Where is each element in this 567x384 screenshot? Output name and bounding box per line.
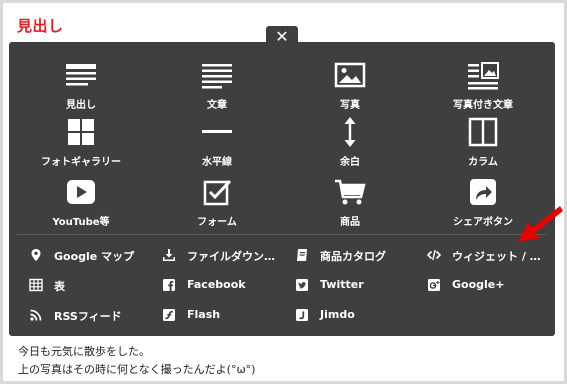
element-form[interactable]: フォーム	[149, 175, 285, 235]
spacing-icon	[333, 115, 367, 149]
horizontal-line-icon	[200, 115, 234, 149]
column-icon	[466, 115, 500, 149]
catalog-icon	[295, 248, 309, 262]
cart-icon	[333, 175, 367, 209]
element-product[interactable]: 商品	[282, 175, 418, 235]
add-element-panel: 見出し 文章 写真 写真付き文章 フォトギャラリー 水平線 余白 カラム You…	[9, 42, 555, 336]
twitter-icon	[295, 278, 309, 292]
element-photo[interactable]: 写真	[282, 58, 418, 118]
map-pin-icon	[29, 248, 43, 262]
table-icon	[29, 278, 43, 292]
flash-icon	[162, 308, 176, 322]
element-text[interactable]: 文章	[149, 58, 285, 118]
photo-icon	[333, 58, 367, 92]
element-grid: 見出し 文章 写真 写真付き文章 フォトギャラリー 水平線 余白 カラム You…	[9, 42, 555, 232]
rss-icon	[29, 308, 43, 322]
element-column[interactable]: カラム	[415, 115, 551, 175]
body-text-line: 今日も元気に散歩をした。	[18, 345, 150, 358]
heading-icon	[64, 58, 98, 92]
element-youtube[interactable]: YouTube等	[13, 175, 149, 235]
pointer-arrow-icon	[514, 198, 564, 246]
share-icon	[466, 175, 500, 209]
body-text-line: 上の写真はその時に何となく撮ったんだよ(°ω°)	[18, 363, 256, 376]
youtube-icon	[64, 175, 98, 209]
text-icon	[200, 58, 234, 92]
code-icon	[427, 248, 441, 262]
download-icon	[162, 248, 176, 262]
element-spacing[interactable]: 余白	[282, 115, 418, 175]
element-heading[interactable]: 見出し	[13, 58, 149, 118]
page-heading: 見出し	[17, 17, 64, 35]
element-gallery[interactable]: フォトギャラリー	[13, 115, 149, 175]
google-plus-icon	[427, 278, 441, 292]
photo-text-icon	[466, 58, 500, 92]
facebook-icon	[162, 278, 176, 292]
panel-divider	[17, 234, 547, 235]
jimdo-icon	[295, 308, 309, 322]
gallery-icon	[64, 115, 98, 149]
form-icon	[200, 175, 234, 209]
element-photo-text[interactable]: 写真付き文章	[415, 58, 551, 118]
element-horizontal-line[interactable]: 水平線	[149, 115, 285, 175]
